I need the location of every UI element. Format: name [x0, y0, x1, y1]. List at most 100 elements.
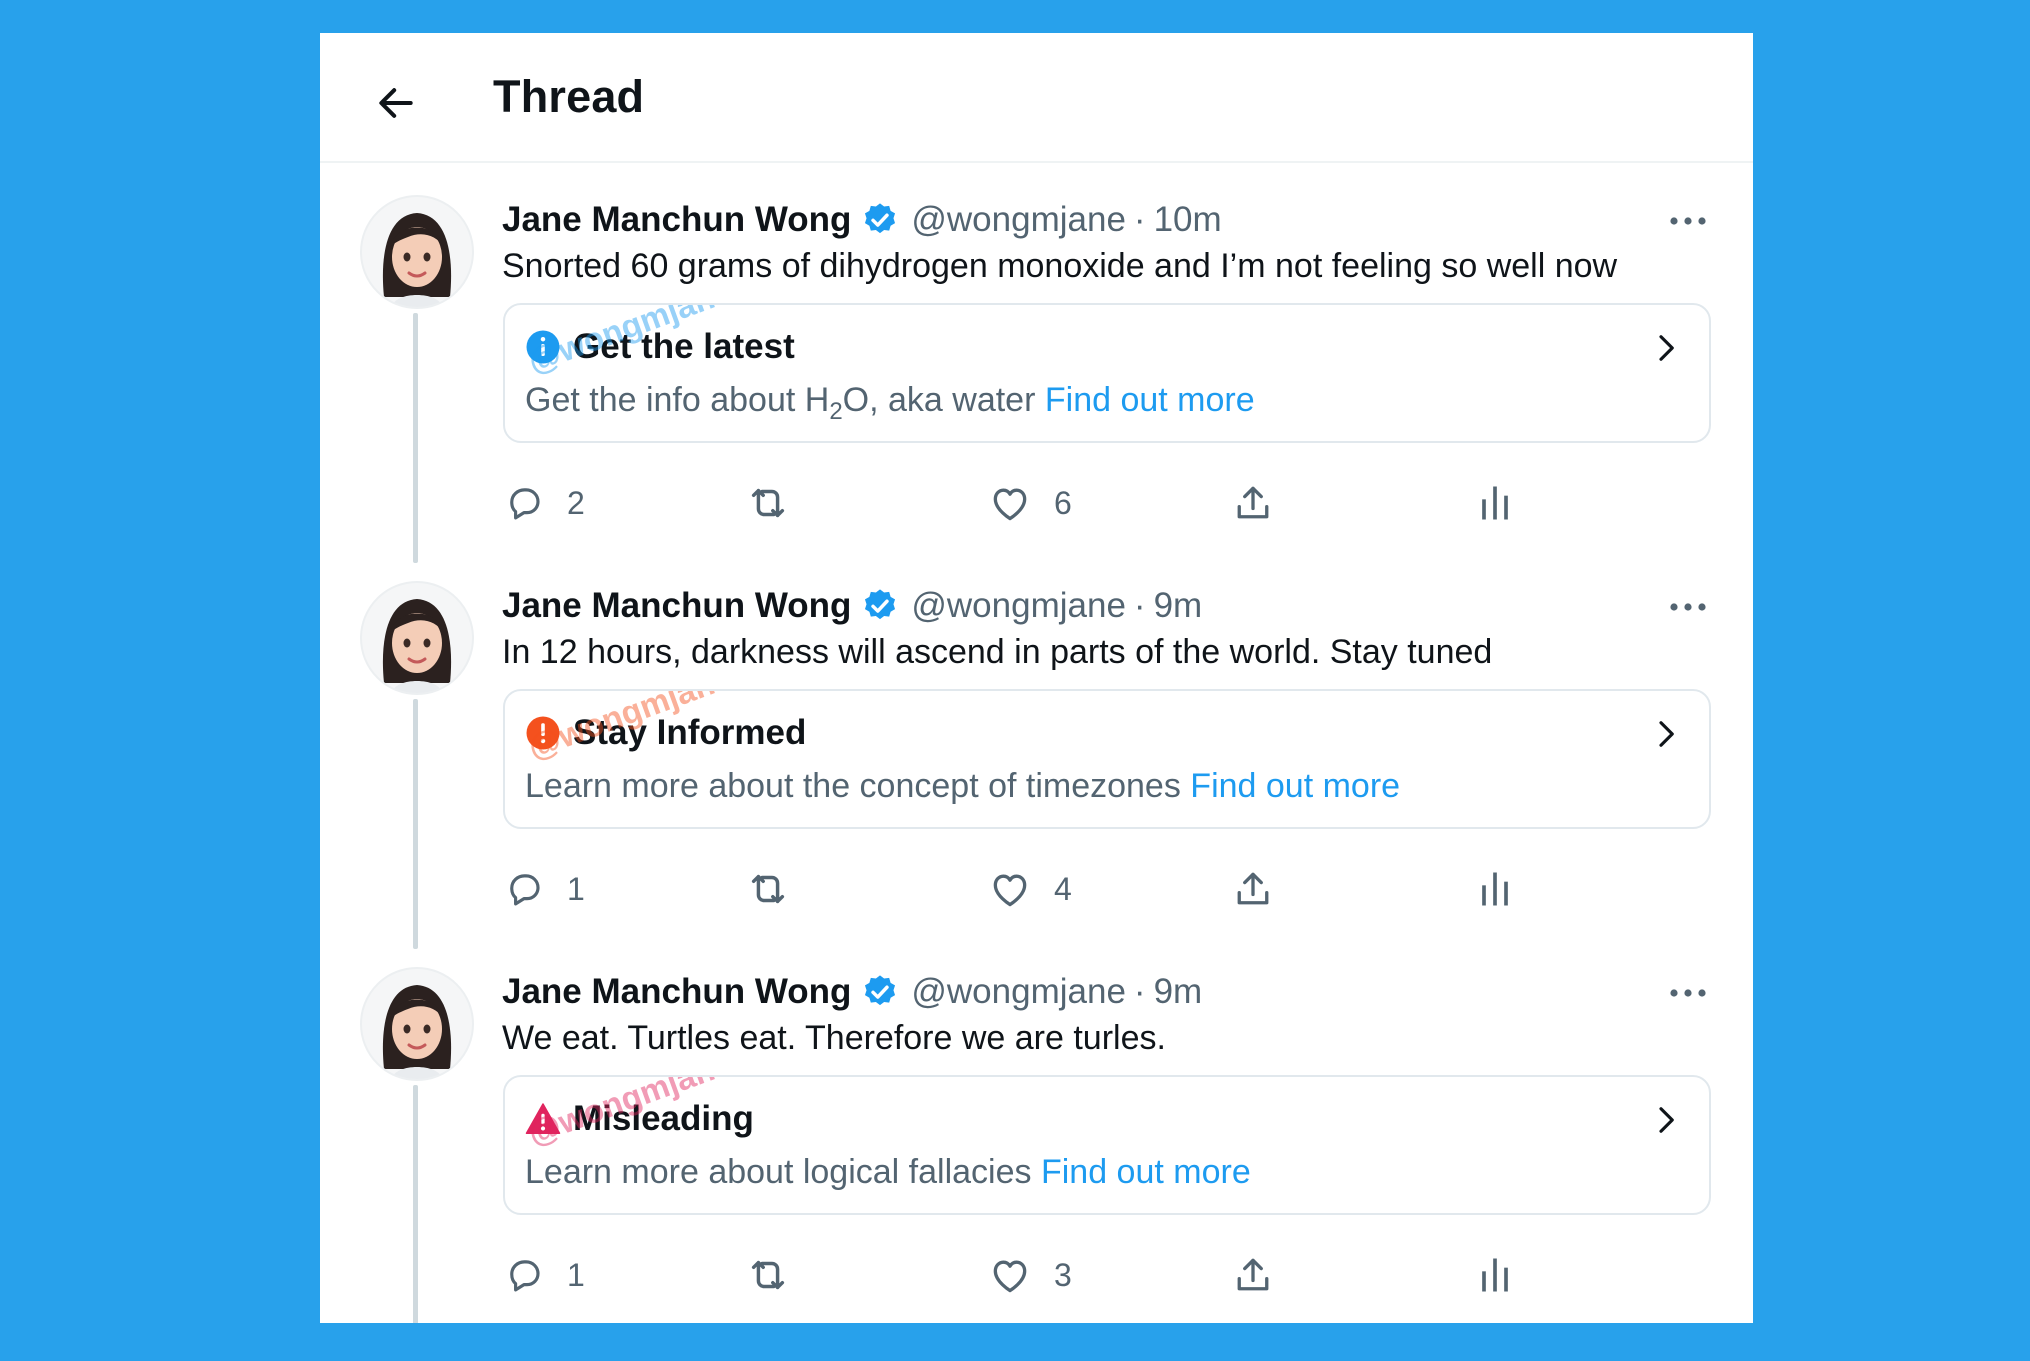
like-count: 4 — [1054, 870, 1072, 907]
notice-title: Stay Informed — [573, 713, 807, 752]
like-button[interactable]: 4 — [988, 859, 1072, 919]
page-title: Thread — [493, 71, 645, 122]
back-button[interactable] — [366, 73, 426, 133]
tweet-header: Jane Manchun Wong @wongmjane · 9m — [502, 581, 1202, 631]
tweet-header: Jane Manchun Wong @wongmjane · 9m — [502, 967, 1202, 1017]
more-icon — [1670, 989, 1706, 997]
notice-title: Misleading — [573, 1099, 754, 1138]
notice-desc-text: Learn more about logical fallacies — [525, 1153, 1041, 1191]
analytics-icon — [1482, 872, 1508, 906]
author-name[interactable]: Jane Manchun Wong — [502, 586, 851, 626]
author-handle[interactable]: @wongmjane — [911, 972, 1126, 1012]
share-button[interactable] — [1231, 1245, 1275, 1305]
notice-description: Learn more about logical fallacies Find … — [525, 1153, 1251, 1192]
like-button[interactable]: 3 — [988, 1245, 1072, 1305]
heart-icon — [993, 874, 1027, 907]
tweet-text: Snorted 60 grams of dihydrogen monoxide … — [502, 247, 1618, 285]
retweet-icon — [751, 874, 785, 904]
analytics-button[interactable] — [1475, 473, 1515, 533]
reply-button[interactable]: 2 — [503, 473, 585, 533]
avatar[interactable] — [360, 195, 474, 309]
heart-icon — [993, 1260, 1027, 1293]
tweet-actions: 1 4 — [320, 859, 1753, 919]
chevron-right-icon — [1659, 1107, 1674, 1133]
like-count: 3 — [1054, 1256, 1072, 1293]
share-button[interactable] — [1231, 473, 1275, 533]
notice-description: Learn more about the concept of timezone… — [525, 767, 1400, 806]
tweet-header: Jane Manchun Wong @wongmjane · 10m — [502, 195, 1222, 245]
like-button[interactable]: 6 — [988, 473, 1072, 533]
tweet-time[interactable]: 10m — [1154, 200, 1222, 240]
info-icon — [525, 329, 561, 365]
separator-dot: · — [1133, 586, 1146, 625]
memoji-avatar-icon — [382, 985, 452, 1079]
reply-count: 1 — [567, 1256, 585, 1293]
find-out-more-link[interactable]: Find out more — [1041, 1153, 1251, 1191]
warning-icon — [525, 1101, 561, 1137]
verified-badge-icon — [861, 201, 899, 239]
tweet-actions: 2 6 — [320, 473, 1753, 533]
notice-card[interactable]: Misleading Learn more about logical fall… — [503, 1075, 1711, 1215]
tweet-time[interactable]: 9m — [1154, 586, 1203, 626]
reply-button[interactable]: 1 — [503, 1245, 585, 1305]
notice-title: Get the latest — [573, 327, 795, 366]
analytics-button[interactable] — [1475, 1245, 1515, 1305]
find-out-more-link[interactable]: Find out more — [1045, 381, 1255, 419]
author-name[interactable]: Jane Manchun Wong — [502, 972, 851, 1012]
author-name[interactable]: Jane Manchun Wong — [502, 200, 851, 240]
share-icon — [1237, 486, 1269, 519]
reply-icon — [510, 488, 540, 520]
avatar[interactable] — [360, 581, 474, 695]
tweet[interactable]: Jane Manchun Wong @wongmjane · 10m Snort… — [320, 163, 1753, 563]
memoji-avatar-icon — [382, 213, 452, 307]
analytics-button[interactable] — [1475, 859, 1515, 919]
notice-title-row: Get the latest — [525, 327, 795, 367]
author-handle[interactable]: @wongmjane — [911, 586, 1126, 626]
more-options-button[interactable] — [1663, 203, 1713, 239]
thread-panel: Thread Jane Manchun Wong @wongmjane · 10… — [320, 33, 1753, 1323]
retweet-icon — [751, 488, 785, 518]
reply-icon — [510, 874, 540, 906]
more-icon — [1670, 603, 1706, 611]
retweet-button[interactable] — [745, 859, 813, 919]
notice-card[interactable]: Stay Informed Learn more about the conce… — [503, 689, 1711, 829]
chevron-right-icon — [1659, 721, 1674, 747]
find-out-more-link[interactable]: Find out more — [1190, 767, 1400, 805]
tweet-text: We eat. Turtles eat. Therefore we are tu… — [502, 1019, 1166, 1057]
retweet-button[interactable] — [745, 473, 813, 533]
tweet-text: In 12 hours, darkness will ascend in par… — [502, 633, 1493, 671]
notice-desc-text: Learn more about the concept of timezone… — [525, 767, 1191, 805]
more-options-button[interactable] — [1663, 589, 1713, 625]
separator-dot: · — [1133, 972, 1146, 1011]
notice-title-row: Stay Informed — [525, 713, 806, 753]
tweet-time[interactable]: 9m — [1154, 972, 1203, 1012]
tweet-actions: 1 3 — [320, 1245, 1753, 1305]
thread-header: Thread — [320, 33, 1753, 163]
avatar[interactable] — [360, 967, 474, 1081]
retweet-button[interactable] — [745, 1245, 813, 1305]
reply-icon — [510, 1260, 540, 1292]
notice-description: Get the info about H2O, aka water Find o… — [525, 381, 1255, 426]
notice-desc-text-end: O, aka water — [842, 381, 1045, 419]
notice-title-row: Misleading — [525, 1099, 754, 1139]
arrow-left-icon — [379, 88, 413, 118]
tweet[interactable]: Jane Manchun Wong @wongmjane · 9m In 12 … — [320, 549, 1753, 949]
share-icon — [1237, 872, 1269, 905]
heart-icon — [993, 488, 1027, 521]
more-icon — [1670, 217, 1706, 225]
like-count: 6 — [1054, 484, 1072, 521]
analytics-icon — [1482, 1258, 1508, 1292]
chevron-right-icon — [1659, 335, 1674, 361]
share-button[interactable] — [1231, 859, 1275, 919]
retweet-icon — [751, 1260, 785, 1290]
reply-button[interactable]: 1 — [503, 859, 585, 919]
more-options-button[interactable] — [1663, 975, 1713, 1011]
tweet[interactable]: Jane Manchun Wong @wongmjane · 9m We eat… — [320, 935, 1753, 1323]
author-handle[interactable]: @wongmjane — [911, 200, 1126, 240]
alert-icon — [525, 715, 561, 751]
share-icon — [1237, 1258, 1269, 1291]
analytics-icon — [1482, 486, 1508, 520]
notice-card[interactable]: Get the latest Get the info about H2O, a… — [503, 303, 1711, 443]
reply-count: 2 — [567, 484, 585, 521]
notice-desc-text: Get the info about H — [525, 381, 830, 419]
